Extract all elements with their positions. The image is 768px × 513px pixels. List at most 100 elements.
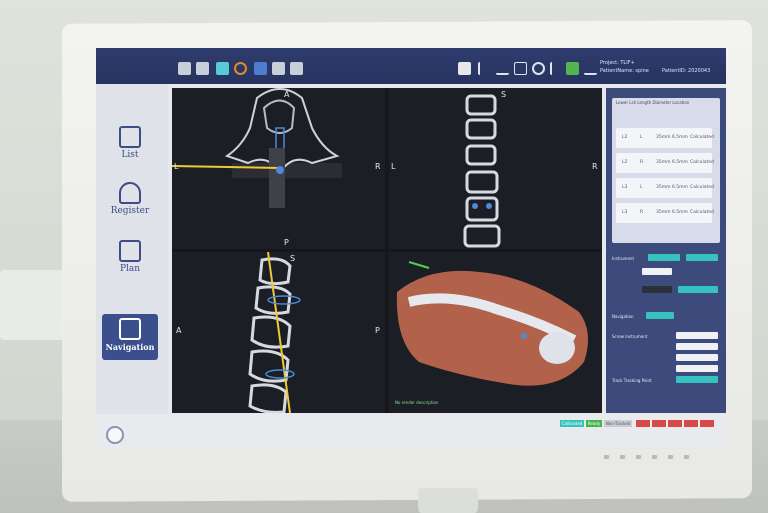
coronal-viewport[interactable]: S L R <box>389 88 602 249</box>
table-row[interactable]: L2 R 35mm 6.5mm Calculated <box>616 153 714 173</box>
alert-indicator <box>636 420 650 427</box>
top-toolbar: Project: TLIF+ PatientName: spine Patien… <box>96 48 726 84</box>
cell: 35mm <box>656 135 671 140</box>
lock-icon[interactable] <box>458 62 471 75</box>
ruler-icon[interactable] <box>514 62 527 75</box>
wave-icon[interactable] <box>584 62 597 75</box>
axial-viewport[interactable]: A P L R <box>172 88 385 249</box>
instrument-button[interactable] <box>648 254 680 261</box>
orientation-label: P <box>375 326 380 335</box>
table-row[interactable]: L3 R 35mm 6.5mm Calculated <box>616 203 714 223</box>
cell: 35mm <box>656 160 671 165</box>
tracking-label: Track Tracking Point <box>612 378 652 383</box>
bezel-button[interactable] <box>620 455 625 459</box>
screen: Project: TLIF+ PatientName: spine Patien… <box>96 48 726 448</box>
cell: L2 <box>622 160 628 165</box>
viewport-grid: A P L R S L R S A P No render descriptio… <box>172 88 602 413</box>
angle-icon[interactable] <box>496 62 509 75</box>
patient-name: PatientName: spine <box>600 68 649 74</box>
wall-socket <box>0 270 70 340</box>
left-nav: List Register Plan Navigation <box>96 84 168 414</box>
cell: L3 <box>622 210 628 215</box>
param-field[interactable] <box>676 354 718 361</box>
cell: Calculated <box>690 135 714 140</box>
alert-indicator <box>652 420 666 427</box>
print-icon[interactable] <box>196 62 209 75</box>
screw-table: Lower Lsh Length Diameter Location L2 L … <box>612 98 720 243</box>
arrow-down-icon[interactable] <box>290 62 303 75</box>
instrument-select[interactable] <box>642 268 672 275</box>
patient-id: PatientID: 2020043 <box>662 68 711 74</box>
slash-icon[interactable] <box>550 62 563 75</box>
nav-item-list[interactable]: List <box>102 122 158 170</box>
right-panel: Lower Lsh Length Diameter Location L2 L … <box>606 88 726 413</box>
cell: R <box>640 210 644 215</box>
navigation-label: Navigation <box>612 314 634 319</box>
bezel-button[interactable] <box>668 455 673 459</box>
project-label: Project: TLIF+ <box>600 60 635 66</box>
view-icon[interactable] <box>254 62 267 75</box>
navigation-button[interactable] <box>646 312 674 319</box>
table-header: Lower Lsh Length Diameter Location <box>616 100 690 105</box>
nav-item-navigation[interactable]: Navigation <box>102 314 158 360</box>
nav-label: Register <box>110 206 150 216</box>
person-icon <box>119 182 141 204</box>
alert-indicator <box>700 420 714 427</box>
bezel-button[interactable] <box>636 455 641 459</box>
coronal-image <box>463 94 501 248</box>
status-field <box>642 286 672 293</box>
plan-icon <box>119 240 141 262</box>
cell: 6.5mm <box>672 210 688 215</box>
measure-icon[interactable] <box>216 62 229 75</box>
cell: Calculated <box>690 160 714 165</box>
orientation-label: A <box>284 90 290 99</box>
battery-icon <box>566 62 579 75</box>
param-field[interactable] <box>676 365 718 372</box>
instrument-label: Instrument <box>612 256 635 261</box>
instrument-button-2[interactable] <box>686 254 718 261</box>
cell: R <box>640 160 644 165</box>
bezel-button[interactable] <box>604 455 609 459</box>
sagittal-viewport[interactable]: S A P <box>172 252 385 413</box>
pen-icon[interactable] <box>478 62 491 75</box>
spine-3d-render <box>396 261 588 386</box>
orientation-label: S <box>501 90 507 99</box>
nav-label: Plan <box>119 264 141 274</box>
param-field[interactable] <box>676 343 718 350</box>
orientation-label: R <box>592 162 598 171</box>
tracking-button[interactable] <box>676 376 718 383</box>
cell: 6.5mm <box>672 185 688 190</box>
crosshair-icon[interactable] <box>234 62 247 75</box>
power-icon[interactable] <box>106 426 124 444</box>
apply-button[interactable] <box>678 286 718 293</box>
status-calibrated: Calibrated <box>560 420 584 427</box>
camera-icon[interactable] <box>178 62 191 75</box>
nav-item-plan[interactable]: Plan <box>102 236 158 284</box>
orientation-label: R <box>375 162 381 171</box>
cell: Calculated <box>690 185 714 190</box>
table-row[interactable]: L2 L 35mm 6.5mm Calculated <box>616 128 714 148</box>
nav-label: Navigation <box>105 342 155 352</box>
status-tracked: Non-Tracked <box>604 420 632 427</box>
arrow-up-icon[interactable] <box>272 62 285 75</box>
screw-label: Screw Instrument <box>612 334 648 339</box>
cell: L <box>640 135 643 140</box>
bezel-button[interactable] <box>684 455 689 459</box>
cell: L <box>640 185 643 190</box>
nav-item-register[interactable]: Register <box>102 178 158 226</box>
orientation-label: L <box>174 162 179 171</box>
nav-label: List <box>121 150 139 160</box>
table-row[interactable]: L3 L 35mm 6.5mm Calculated <box>616 178 714 198</box>
navigation-icon <box>119 318 141 340</box>
link-icon[interactable] <box>532 62 545 75</box>
alert-indicator <box>668 420 682 427</box>
bezel-button[interactable] <box>652 455 657 459</box>
screw-select[interactable] <box>676 332 718 339</box>
clipboard-icon <box>119 126 141 148</box>
render-3d-viewport[interactable]: No render description <box>389 252 602 413</box>
cell: Calculated <box>690 210 714 215</box>
cell: 6.5mm <box>672 135 688 140</box>
orientation-label: P <box>284 238 289 247</box>
bottom-bar: Calibrated Ready Non-Tracked <box>96 414 726 448</box>
alert-indicator <box>684 420 698 427</box>
